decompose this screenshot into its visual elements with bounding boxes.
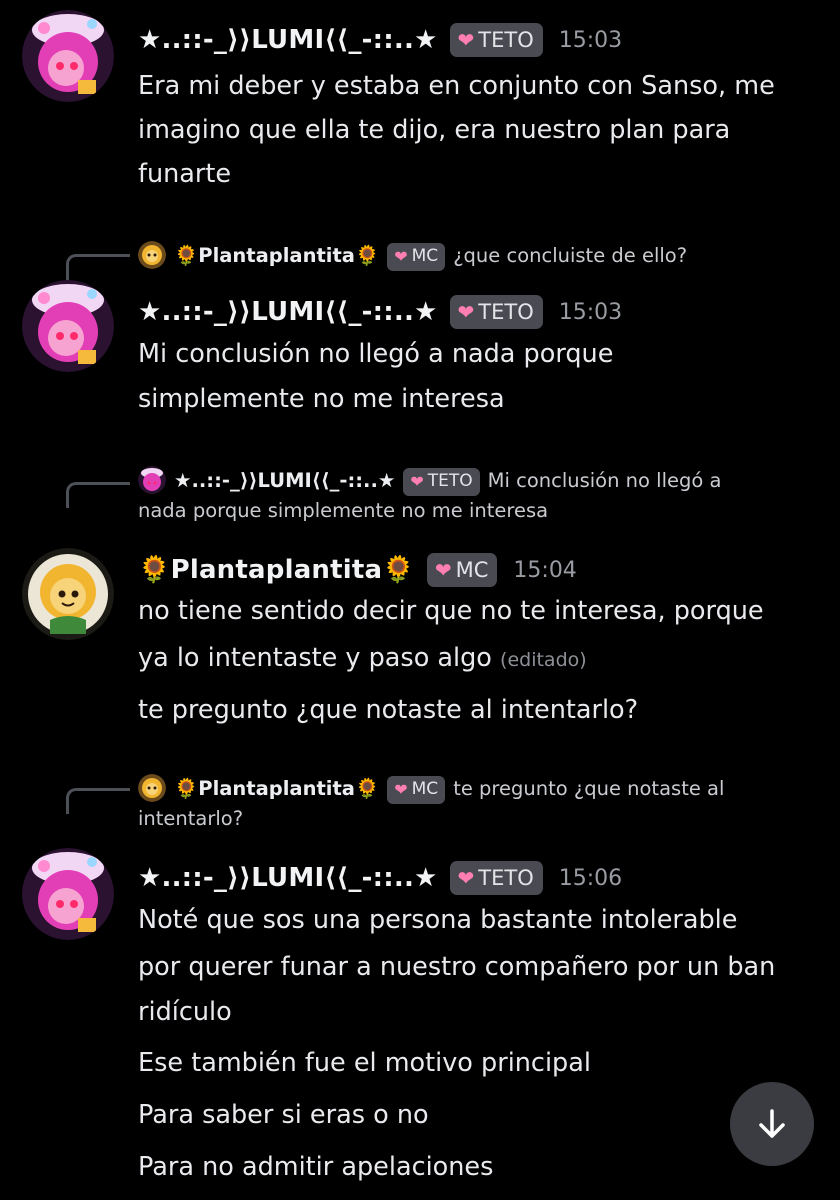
role-tag-label: MC <box>411 779 439 799</box>
message-text: Ese también fue el motivo principal <box>138 1048 591 1078</box>
reply-text: te pregunto ¿que notaste al <box>453 777 725 800</box>
message-text: te pregunto ¿que notaste al intentarlo? <box>138 695 639 725</box>
message-text: imagino que ella te dijo, era nuestro pl… <box>138 115 731 145</box>
message-text: por querer funar a nuestro compañero por… <box>138 952 776 982</box>
reply-connector <box>66 788 130 814</box>
message-header: ★..::-_⟩⟩LUMI⟨⟨_-::..★ ❤ TETO 15:03 <box>138 20 622 60</box>
avatar-lumi[interactable] <box>22 280 114 372</box>
reply-role-tag: ❤ MC <box>387 775 446 804</box>
message-header: ★..::-_⟩⟩LUMI⟨⟨_-::..★ ❤ TETO 15:03 <box>138 292 622 332</box>
avatar-plantaplantita[interactable] <box>22 548 114 640</box>
role-tag[interactable]: ❤ TETO <box>449 295 543 329</box>
heart-icon: ❤ <box>434 558 452 582</box>
reply-text: nada porque simplemente no me interesa <box>138 498 549 522</box>
reply-role-tag: ❤ MC <box>387 242 446 271</box>
reply-text: intentarlo? <box>138 806 244 830</box>
role-tag-label: MC <box>455 558 489 582</box>
timestamp: 15:03 <box>558 299 623 325</box>
message-text: Para no admitir apelaciones <box>138 1152 494 1182</box>
heart-icon: ❤ <box>457 28 475 52</box>
timestamp: 15:06 <box>558 865 623 891</box>
reply-preview[interactable]: ★..::-_⟩⟩LUMI⟨⟨_-::..★ ❤ TETO Mi conclusión… <box>138 466 828 525</box>
reply-username[interactable]: ★..::-_⟩⟩LUMI⟨⟨_-::..★ <box>174 469 395 492</box>
reply-username[interactable]: 🌻Plantaplantita🌻 <box>174 777 379 800</box>
arrow-down-icon <box>759 1109 785 1138</box>
message-text: Para saber si eras o no <box>138 1100 429 1130</box>
message-text: Mi conclusión no llegó a nada porque <box>138 339 614 369</box>
message-text: ridículo <box>138 997 232 1027</box>
message-header: ★..::-_⟩⟩LUMI⟨⟨_-::..★ ❤ TETO 15:06 <box>138 858 622 898</box>
message-text: funarte <box>138 159 232 189</box>
reply-connector <box>66 254 130 280</box>
username[interactable]: 🌻Plantaplantita🌻 <box>138 555 415 585</box>
message-text: Noté que sos una persona bastante intole… <box>138 905 738 935</box>
username[interactable]: ★..::-_⟩⟩LUMI⟨⟨_-::..★ <box>138 863 438 893</box>
message-header: 🌻Plantaplantita🌻 ❤ MC 15:04 <box>138 550 577 590</box>
reply-text: ¿que concluiste de ello? <box>453 244 688 267</box>
reply-role-tag: ❤ TETO <box>403 467 480 496</box>
role-tag-label: TETO <box>478 28 534 52</box>
reply-text: Mi conclusión no llegó a <box>487 469 722 492</box>
message-text: simplemente no me interesa <box>138 384 505 414</box>
edited-label: (editado) <box>500 649 587 671</box>
message-text: Era mi deber y estaba en conjunto con Sa… <box>138 71 775 101</box>
reply-avatar <box>138 241 166 269</box>
timestamp: 15:04 <box>513 557 577 583</box>
message-text-part: ya lo intentaste y paso algo <box>138 643 492 673</box>
role-tag[interactable]: ❤ TETO <box>449 23 543 57</box>
role-tag[interactable]: ❤ TETO <box>449 861 543 895</box>
heart-icon: ❤ <box>410 472 424 491</box>
timestamp: 15:03 <box>558 27 623 53</box>
reply-preview[interactable]: 🌻Plantaplantita🌻 ❤ MC ¿que concluiste de el… <box>138 241 828 271</box>
heart-icon: ❤ <box>394 247 408 266</box>
reply-avatar <box>138 774 166 802</box>
reply-avatar <box>138 466 166 494</box>
reply-connector <box>66 482 130 508</box>
username[interactable]: ★..::-_⟩⟩LUMI⟨⟨_-::..★ <box>138 25 438 55</box>
role-tag-label: TETO <box>478 300 534 324</box>
avatar-lumi[interactable] <box>22 10 114 102</box>
message-text: ya lo intentaste y paso algo (editado) <box>138 636 828 683</box>
scroll-to-bottom-button[interactable] <box>730 1082 814 1166</box>
role-tag[interactable]: ❤ MC <box>426 553 498 587</box>
role-tag-label: MC <box>411 246 439 266</box>
avatar-lumi[interactable] <box>22 848 114 940</box>
role-tag-label: TETO <box>478 866 534 890</box>
role-tag-label: TETO <box>427 471 473 491</box>
heart-icon: ❤ <box>394 780 408 799</box>
heart-icon: ❤ <box>457 866 475 890</box>
heart-icon: ❤ <box>457 300 475 324</box>
reply-preview[interactable]: 🌻Plantaplantita🌻 ❤ MC te pregunto ¿que nota… <box>138 774 828 833</box>
message-text: no tiene sentido decir que no te interes… <box>138 596 764 626</box>
reply-username[interactable]: 🌻Plantaplantita🌻 <box>174 244 379 267</box>
username[interactable]: ★..::-_⟩⟩LUMI⟨⟨_-::..★ <box>138 297 438 327</box>
